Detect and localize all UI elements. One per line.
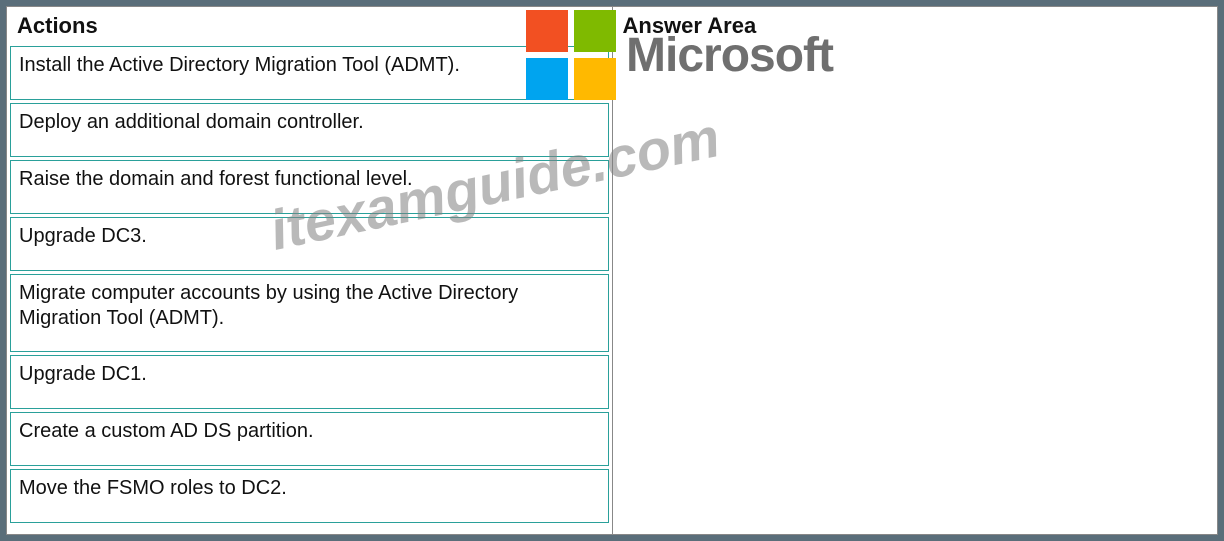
answer-header: Answer Area: [613, 7, 1218, 41]
action-item[interactable]: Upgrade DC3.: [10, 217, 609, 271]
action-item[interactable]: Move the FSMO roles to DC2.: [10, 469, 609, 523]
action-item[interactable]: Migrate computer accounts by using the A…: [10, 274, 609, 352]
action-item[interactable]: Raise the domain and forest functional l…: [10, 160, 609, 214]
action-item[interactable]: Deploy an additional domain controller.: [10, 103, 609, 157]
action-item[interactable]: Upgrade DC1.: [10, 355, 609, 409]
actions-column: Actions Install the Active Directory Mig…: [6, 6, 613, 535]
actions-list: Install the Active Directory Migration T…: [7, 41, 612, 528]
answer-column[interactable]: Answer Area: [612, 6, 1219, 535]
action-item[interactable]: Install the Active Directory Migration T…: [10, 46, 609, 100]
action-item[interactable]: Create a custom AD DS partition.: [10, 412, 609, 466]
question-frame: Microsoft itexamguide.com Actions Instal…: [0, 0, 1224, 541]
actions-header: Actions: [7, 7, 612, 41]
